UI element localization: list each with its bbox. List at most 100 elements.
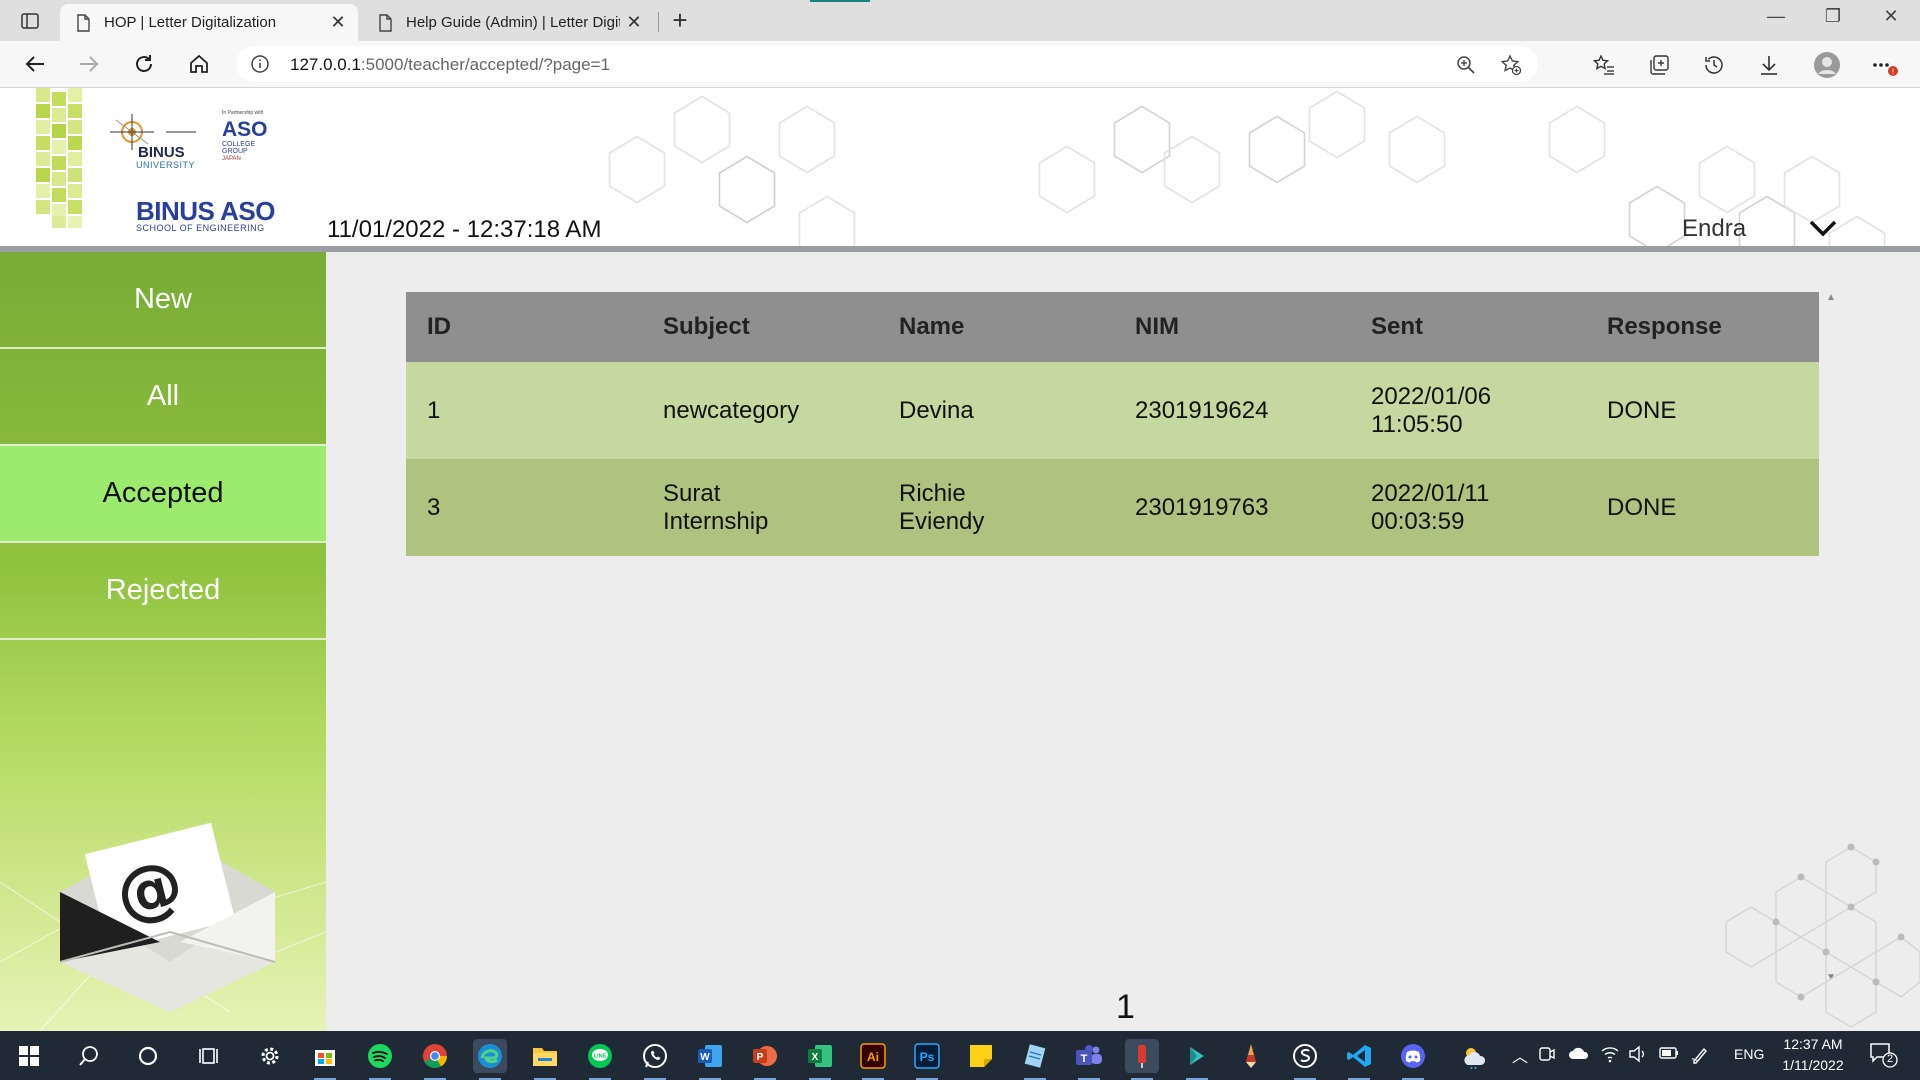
illustrator-icon[interactable]: Ai <box>856 1039 890 1080</box>
wifi-icon[interactable] <box>1600 1045 1620 1066</box>
discord-icon[interactable] <box>1396 1039 1430 1080</box>
svg-text:Ai: Ai <box>867 1050 879 1064</box>
edge-icon[interactable] <box>473 1039 507 1080</box>
aso-logo-subtext: JAPAN <box>222 156 241 162</box>
sidebar-item-label: New <box>133 283 192 315</box>
forward-button[interactable] <box>74 49 104 79</box>
app-pin-icon[interactable] <box>1125 1039 1159 1080</box>
vscode-icon[interactable] <box>1342 1039 1376 1080</box>
microsoft-store-icon[interactable] <box>308 1039 342 1080</box>
battery-icon[interactable] <box>1658 1045 1680 1064</box>
meet-now-icon[interactable] <box>1538 1045 1556 1066</box>
page-icon <box>379 13 392 32</box>
svg-text:P: P <box>757 1052 764 1063</box>
app-arrow-icon[interactable] <box>1180 1039 1214 1080</box>
sidebar-item-rejected[interactable]: Rejected <box>0 543 326 640</box>
home-button[interactable] <box>184 49 214 79</box>
settings-menu-icon[interactable]: ! <box>1870 51 1898 79</box>
windows-start-icon[interactable] <box>12 1039 46 1073</box>
cell-nim: 2301919624 <box>1135 396 1269 424</box>
page-icon <box>77 13 90 32</box>
table-row[interactable]: 3 Surat Internship Richie Eviendy 230191… <box>406 459 1819 556</box>
settings-gear-icon[interactable] <box>253 1039 287 1073</box>
word-icon[interactable]: W <box>693 1039 727 1080</box>
taskbar-clock[interactable]: 12:37 AM 1/11/2022 <box>1768 1034 1858 1076</box>
address-bar[interactable]: 127.0.0.1:5000/teacher/accepted/?page=1 <box>236 46 1538 82</box>
close-window-button[interactable]: ✕ <box>1876 6 1906 27</box>
cell-response: DONE <box>1607 493 1677 521</box>
tab-title: HOP | Letter Digitalization <box>104 14 277 31</box>
task-view-icon[interactable] <box>193 1039 227 1073</box>
sidebar-item-label: Rejected <box>105 574 221 606</box>
tab-title: Help Guide (Admin) | Letter Digit <box>406 14 620 31</box>
tab-help-guide[interactable]: Help Guide (Admin) | Letter Digit ✕ <box>362 4 654 41</box>
search-icon[interactable] <box>72 1039 106 1073</box>
pen-workspace-icon[interactable] <box>1690 1045 1710 1068</box>
sidebar-item-label: Accepted <box>102 477 224 509</box>
new-tab-button[interactable]: + <box>666 6 694 34</box>
line-icon[interactable]: LINE <box>583 1039 617 1080</box>
column-header-subject[interactable]: Subject <box>642 313 878 341</box>
binus-logo-text: BINUS <box>138 144 185 161</box>
app-s-icon[interactable] <box>1288 1039 1322 1080</box>
zoom-icon[interactable] <box>1456 55 1476 80</box>
notification-center-icon[interactable]: 2 <box>1868 1041 1898 1072</box>
user-menu-name[interactable]: Endra <box>1682 215 1746 243</box>
url-text: 127.0.0.1:5000/teacher/accepted/?page=1 <box>290 55 610 74</box>
aso-logo-subtext: GROUP <box>222 148 248 155</box>
teams-icon[interactable]: T <box>1072 1039 1106 1080</box>
tab-actions-icon[interactable] <box>16 9 44 33</box>
cell-id: 3 <box>427 493 441 521</box>
column-header-response[interactable]: Response <box>1586 313 1819 341</box>
svg-text:X: X <box>812 1052 819 1063</box>
notepad-icon[interactable] <box>1018 1039 1052 1080</box>
minimize-button[interactable]: — <box>1761 6 1791 27</box>
photoshop-icon[interactable]: Ps <box>910 1039 944 1080</box>
site-header: BINUS UNIVERSITY In Partnership with ASO… <box>0 88 1920 246</box>
favorites-icon[interactable] <box>1590 51 1618 79</box>
aso-college-logo: In Partnership with ASO COLLEGE GROUP JA… <box>222 110 282 170</box>
excel-icon[interactable]: X <box>803 1039 837 1080</box>
chrome-icon[interactable] <box>418 1039 452 1080</box>
column-header-name[interactable]: Name <box>878 313 1114 341</box>
sidebar-item-all[interactable]: All <box>0 349 326 446</box>
sent-date: 2022/01/11 <box>1371 479 1490 507</box>
pencil-icon[interactable] <box>1234 1039 1268 1073</box>
cortana-icon[interactable] <box>131 1039 165 1073</box>
show-hidden-icons-chevron-icon[interactable]: ︿ <box>1512 1043 1528 1067</box>
powerpoint-icon[interactable]: P <box>748 1039 782 1080</box>
refresh-button[interactable] <box>129 49 159 79</box>
scroll-up-arrow-icon[interactable]: ▲ <box>1826 292 1836 303</box>
chevron-down-icon[interactable] <box>1808 218 1838 243</box>
close-tab-icon[interactable]: ✕ <box>324 12 352 33</box>
collections-icon[interactable] <box>1645 51 1673 79</box>
downloads-icon[interactable] <box>1755 51 1783 79</box>
tab-hop-letter-digitalization[interactable]: HOP | Letter Digitalization ✕ <box>60 4 358 41</box>
whatsapp-icon[interactable] <box>638 1039 672 1080</box>
sticky-notes-icon[interactable] <box>964 1039 998 1073</box>
onedrive-cloud-icon[interactable] <box>1568 1045 1590 1064</box>
page: BINUS UNIVERSITY In Partnership with ASO… <box>0 88 1920 1031</box>
volume-icon[interactable] <box>1628 1045 1648 1066</box>
close-tab-icon[interactable]: ✕ <box>620 12 648 33</box>
site-info-icon[interactable] <box>250 54 270 79</box>
brand-subtitle: SCHOOL OF ENGINEERING <box>136 223 265 233</box>
column-header-id[interactable]: ID <box>406 313 642 341</box>
sidebar-item-accepted[interactable]: Accepted <box>0 446 326 543</box>
cell-nim: 2301919763 <box>1135 493 1269 521</box>
add-favorite-icon[interactable] <box>1500 54 1522 81</box>
pagination-current-page[interactable]: 1 <box>1116 988 1135 1027</box>
sidebar-item-new[interactable]: New <box>0 252 326 349</box>
history-icon[interactable] <box>1700 51 1728 79</box>
svg-text:Ps: Ps <box>920 1050 935 1064</box>
restore-button[interactable]: ❐ <box>1818 6 1848 27</box>
column-header-nim[interactable]: NIM <box>1114 313 1350 341</box>
table-row[interactable]: 1 newcategory Devina 2301919624 2022/01/… <box>406 362 1819 459</box>
weather-icon[interactable] <box>1460 1045 1488 1072</box>
column-header-sent[interactable]: Sent <box>1350 313 1586 341</box>
back-button[interactable] <box>20 49 50 79</box>
profile-avatar-icon[interactable] <box>1813 51 1841 79</box>
spotify-icon[interactable] <box>363 1039 397 1080</box>
input-language[interactable]: ENG <box>1734 1046 1764 1062</box>
file-explorer-icon[interactable] <box>528 1039 562 1080</box>
